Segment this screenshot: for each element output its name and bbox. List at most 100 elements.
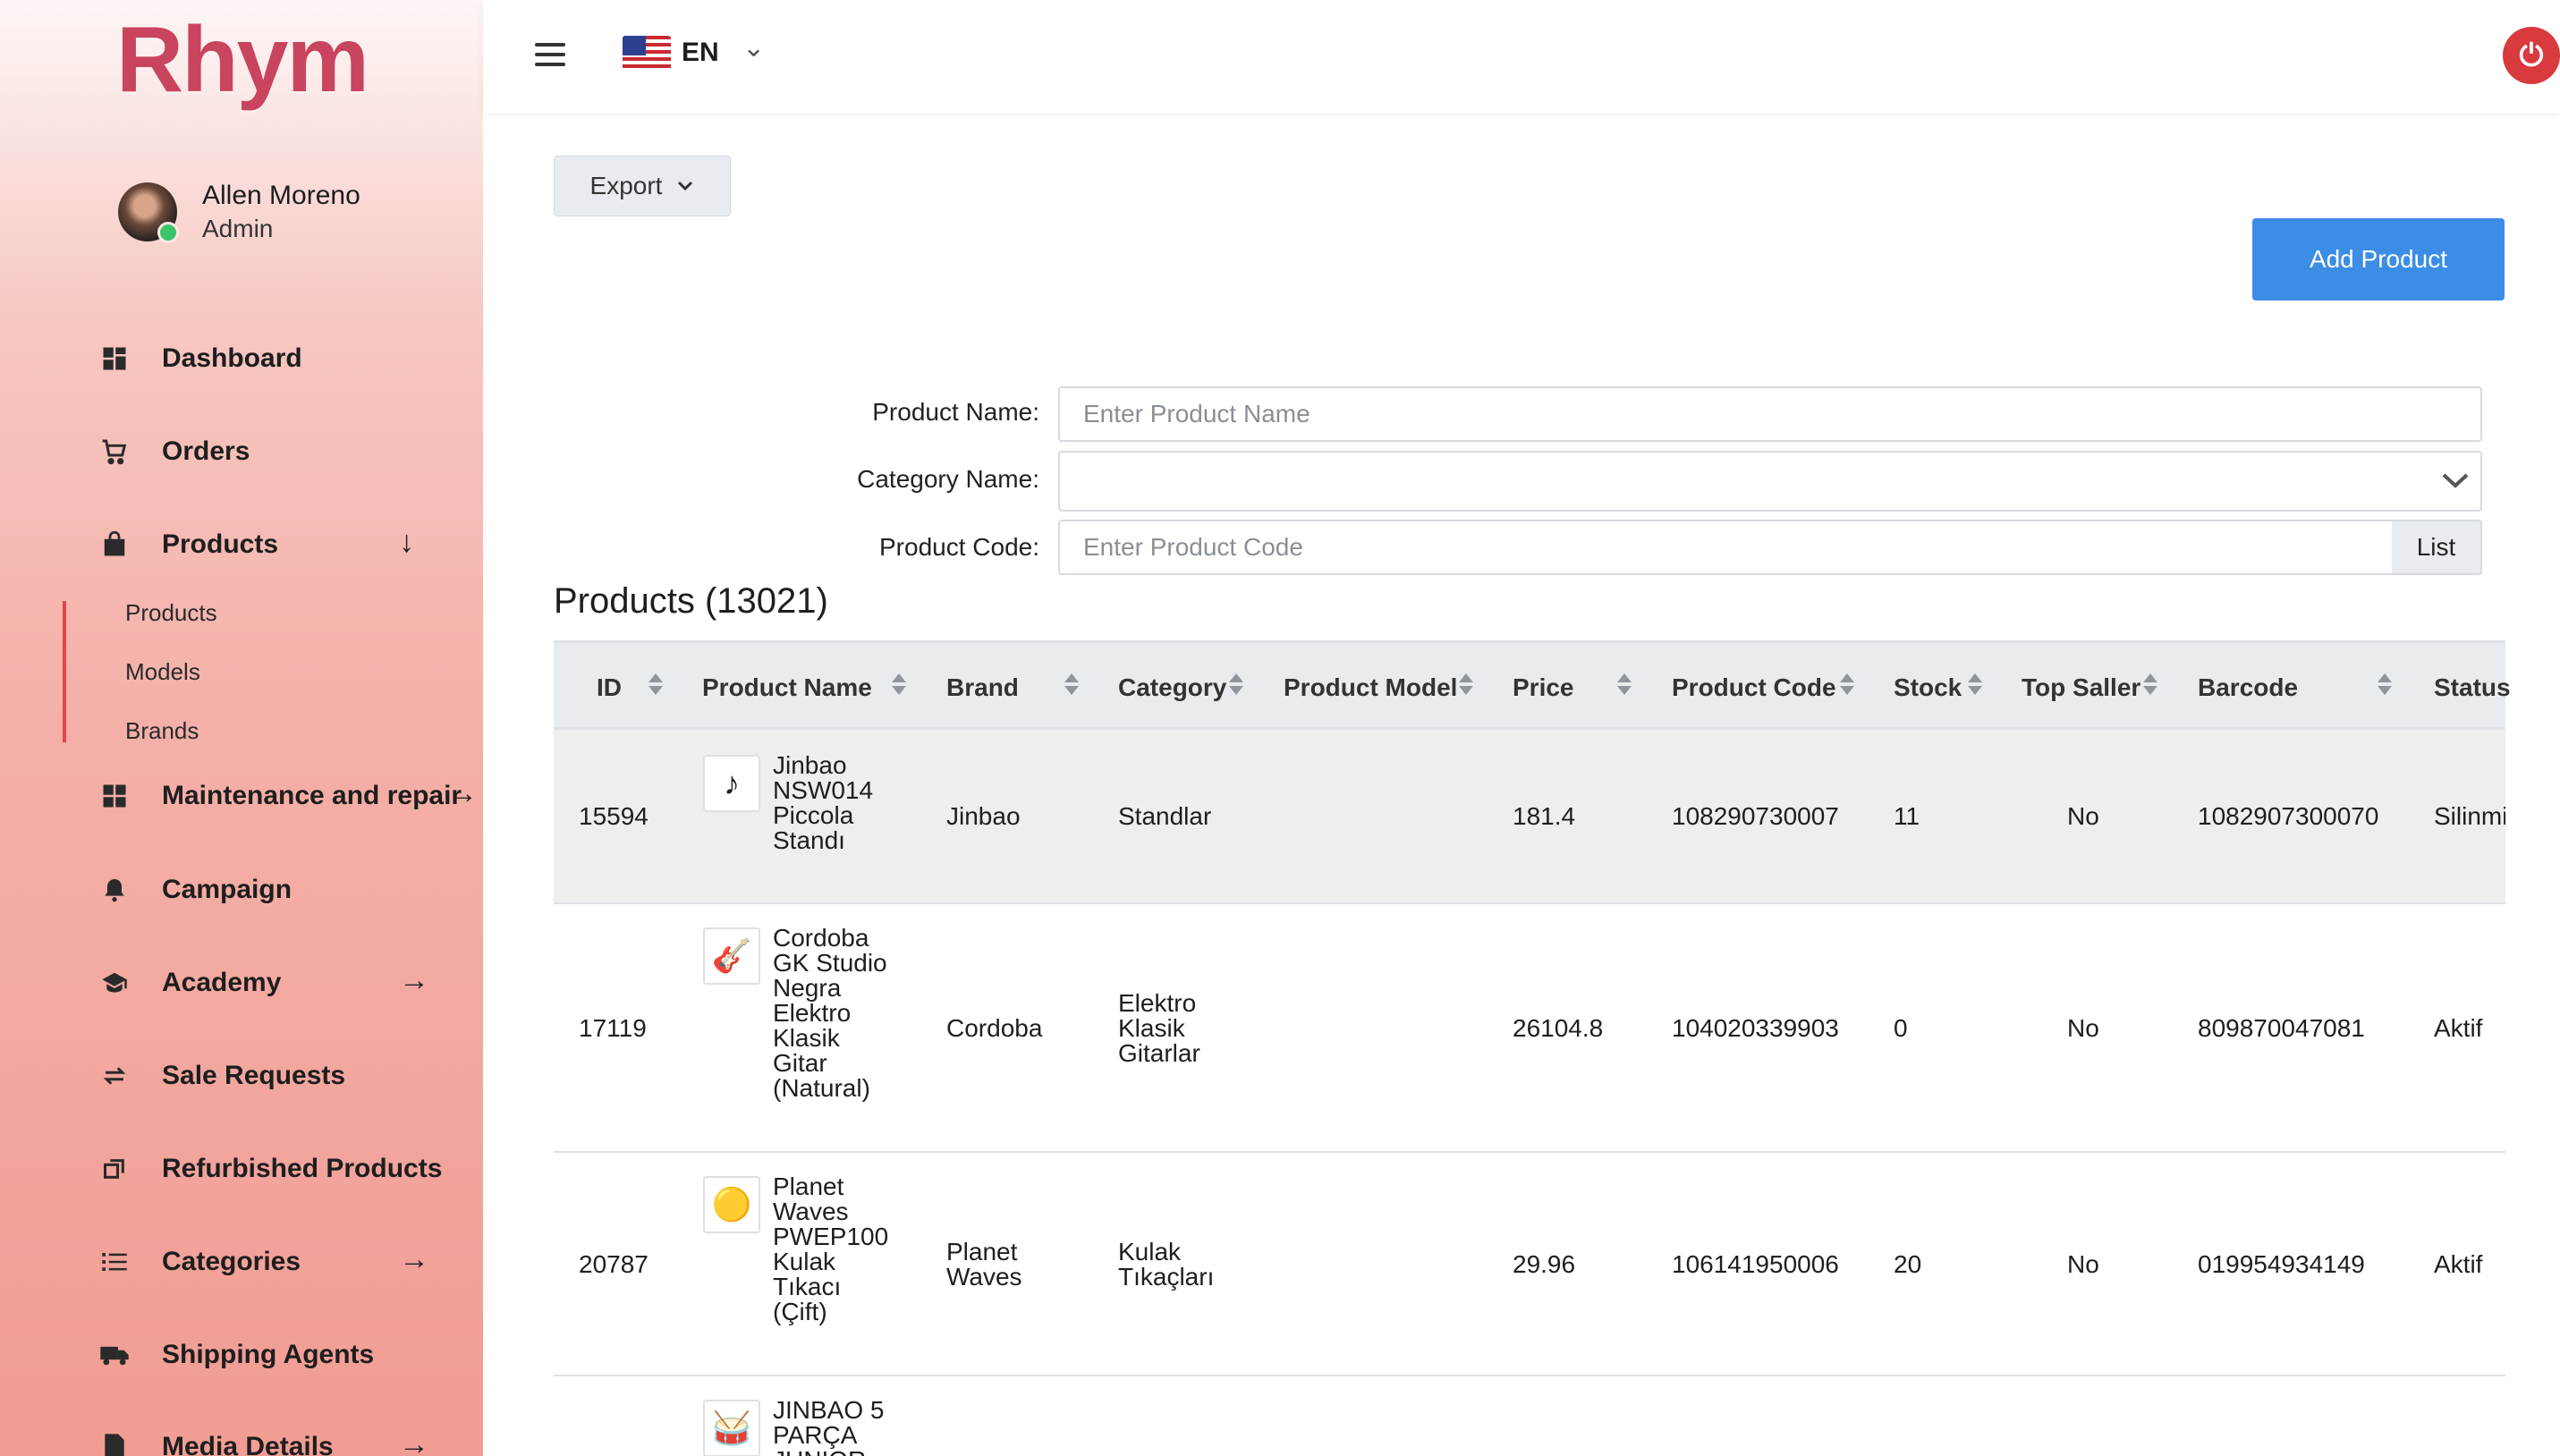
sort-icon[interactable]: [648, 673, 663, 698]
sidebar-item-orders[interactable]: Orders: [97, 425, 250, 478]
column-header-product-model[interactable]: Product Model: [1284, 643, 1457, 732]
arrow-right-icon[interactable]: →: [399, 1242, 429, 1277]
language-code[interactable]: EN: [682, 38, 719, 68]
column-header-id[interactable]: ID: [597, 643, 622, 732]
table-row[interactable]: 17119 🎸 Cordoba GK Studio Negra Elektro …: [554, 904, 2505, 1153]
cell-product-name[interactable]: JINBAO 5 PARÇA JUNIOR: [773, 1398, 894, 1456]
cell-id: 20787: [579, 1250, 648, 1278]
arrow-right-icon[interactable]: →: [399, 963, 429, 998]
cell-price: 181.4: [1513, 802, 1576, 830]
column-header-stock[interactable]: Stock: [1894, 643, 1962, 732]
grid-icon: [97, 778, 132, 814]
sidebar-subitem-brands[interactable]: Brands: [125, 717, 199, 745]
sidebar-item-label: Categories: [162, 1247, 301, 1276]
chevron-down-icon: [2442, 473, 2469, 488]
cell-product-name[interactable]: Planet Waves PWEP100 Kulak Tıkacı (Çift): [773, 1174, 894, 1325]
cell-category: Standlar: [1118, 802, 1212, 830]
cell-stock: 20: [1894, 1250, 1922, 1278]
dashboard-icon: [97, 341, 132, 377]
sidebar-item-sale-requests[interactable]: Sale Requests: [97, 1049, 345, 1103]
sidebar-item-label: Orders: [162, 436, 250, 466]
arrow-right-icon[interactable]: →: [447, 776, 478, 811]
column-header-status[interactable]: Status: [2434, 643, 2511, 732]
sidebar-item-academy[interactable]: Academy: [97, 956, 281, 1010]
column-header-price[interactable]: Price: [1513, 643, 1574, 732]
cell-product-code: 106141950006: [1672, 1250, 1839, 1278]
sidebar-item-media-details[interactable]: Media Details: [97, 1420, 334, 1456]
sidebar-item-shipping-agents[interactable]: Shipping Agents: [97, 1328, 374, 1382]
cell-product-code: 108290730007: [1672, 802, 1839, 830]
export-button[interactable]: Export: [554, 156, 731, 216]
sort-icon[interactable]: [1064, 673, 1079, 698]
arrow-right-icon[interactable]: →: [399, 1427, 429, 1456]
sort-icon[interactable]: [892, 673, 906, 698]
column-header-top-saller[interactable]: Top Saller: [2022, 643, 2140, 732]
column-header-category[interactable]: Category: [1118, 643, 1226, 732]
sort-icon[interactable]: [1968, 673, 1982, 698]
product-name-label: Product Name:: [872, 398, 1039, 426]
cell-stock: 0: [1894, 1014, 1908, 1042]
sidebar-item-label: Sale Requests: [162, 1061, 346, 1090]
sidebar-subitem-products[interactable]: Products: [125, 599, 217, 627]
cell-category: Kulak Tıkaçları: [1118, 1238, 1215, 1291]
cell-product-name[interactable]: Cordoba GK Studio Negra Elektro Klasik G…: [773, 926, 894, 1101]
table-row[interactable]: 20787 🟡 Planet Waves PWEP100 Kulak Tıkac…: [554, 1153, 2505, 1376]
cell-price: 26104.8: [1513, 1014, 1604, 1042]
swap-icon: [97, 1058, 132, 1094]
page-title: Products (13021): [554, 581, 828, 621]
cell-brand: Jinbao: [946, 802, 1021, 830]
add-product-button[interactable]: Add Product: [2252, 218, 2505, 301]
cell-id: 15594: [579, 802, 648, 830]
sidebar-item-dashboard[interactable]: Dashboard: [97, 332, 302, 385]
column-header-product-name[interactable]: Product Name: [702, 643, 872, 732]
avatar: [118, 182, 179, 243]
product-code-input[interactable]: [1058, 520, 2394, 575]
sort-icon[interactable]: [2143, 673, 2157, 698]
column-header-product-code[interactable]: Product Code: [1672, 643, 1836, 732]
sort-icon[interactable]: [2378, 673, 2392, 698]
sidebar-item-categories[interactable]: Categories: [97, 1235, 301, 1289]
column-header-barcode[interactable]: Barcode: [2198, 643, 2298, 732]
chevron-down-icon: [678, 181, 693, 191]
category-select[interactable]: [1058, 451, 2482, 512]
sort-icon[interactable]: [1459, 673, 1473, 698]
top-header: EN ⌄ ⏻: [483, 0, 2560, 113]
product-thumbnail[interactable]: 🟡: [703, 1176, 760, 1233]
online-status-icon: [157, 222, 179, 243]
cell-category: Elektro Klasik Gitarlar: [1118, 989, 1200, 1067]
table-row[interactable]: 15594 ♪ Jinbao NSW014 Piccola Standı Jin…: [554, 730, 2505, 904]
product-thumbnail[interactable]: 🥁: [703, 1400, 760, 1456]
user-name: Allen Moreno: [202, 181, 360, 210]
product-name-input[interactable]: [1058, 386, 2482, 442]
column-header-brand[interactable]: Brand: [946, 643, 1019, 732]
user-role: Admin: [202, 215, 274, 242]
arrow-down-icon[interactable]: ↓: [399, 525, 414, 560]
product-thumbnail[interactable]: 🎸: [703, 927, 760, 985]
list-icon: [97, 1244, 132, 1280]
sidebar-item-campaign[interactable]: Campaign: [97, 863, 292, 917]
chevron-down-icon[interactable]: ⌄: [742, 32, 765, 63]
us-flag-icon[interactable]: [623, 36, 671, 72]
table-row[interactable]: 🥁 JINBAO 5 PARÇA JUNIOR: [554, 1376, 2505, 1456]
logout-icon[interactable]: ⏻: [2503, 27, 2560, 84]
sidebar-item-label: Refurbished Products: [162, 1154, 443, 1183]
sidebar-item-products[interactable]: Products: [97, 518, 278, 571]
sidebar-item-label: Dashboard: [162, 343, 302, 373]
cell-brand: Planet Waves: [946, 1238, 1022, 1291]
cell-top-saller: No: [2067, 1250, 2099, 1278]
menu-icon[interactable]: [535, 43, 565, 68]
sort-icon[interactable]: [1617, 673, 1632, 698]
sort-icon[interactable]: [1229, 673, 1243, 698]
cell-product-name[interactable]: Jinbao NSW014 Piccola Standı: [773, 753, 894, 853]
list-button[interactable]: List: [2392, 520, 2482, 575]
cell-barcode: 1082907300070: [2198, 802, 2379, 830]
sidebar-item-maintenance[interactable]: Maintenance and repair: [97, 769, 462, 823]
cell-barcode: 809870047081: [2198, 1014, 2365, 1042]
user-profile[interactable]: Allen Moreno Admin: [118, 179, 360, 245]
sidebar-item-refurbished[interactable]: Refurbished Products: [97, 1142, 442, 1196]
app-logo[interactable]: Rhym: [116, 7, 369, 114]
sidebar-subitem-models[interactable]: Models: [125, 658, 200, 686]
cell-status: Aktif: [2434, 1014, 2483, 1042]
sort-icon[interactable]: [1840, 673, 1854, 698]
product-thumbnail[interactable]: ♪: [703, 755, 760, 812]
